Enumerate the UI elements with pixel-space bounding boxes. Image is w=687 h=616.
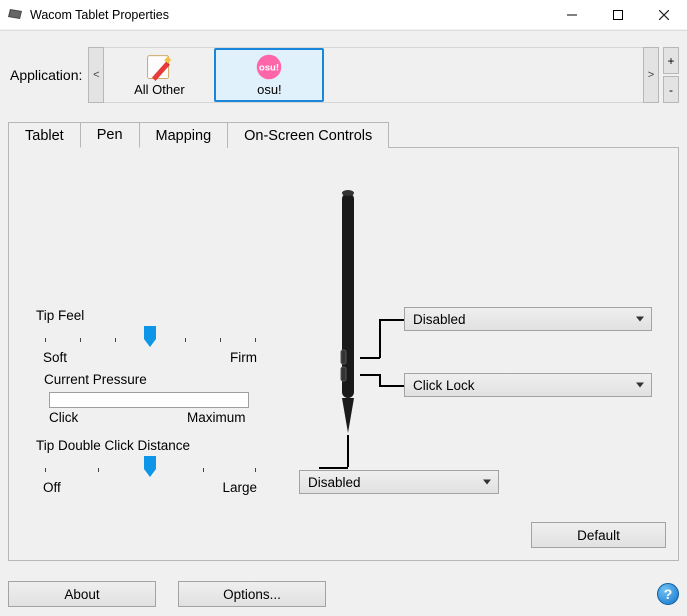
window-title: Wacom Tablet Properties [30,8,169,22]
bottom-row: About Options... ? [8,580,679,608]
options-button[interactable]: Options... [178,581,326,607]
maximize-button[interactable] [595,0,641,30]
double-click-max-label: Large [222,480,257,495]
application-item-label: osu! [257,82,282,97]
about-button[interactable]: About [8,581,156,607]
pen-illustration [336,190,360,435]
tab-strip: Tablet Pen Mapping On-Screen Controls [8,121,679,147]
tip-feel-label: Tip Feel [36,308,84,323]
current-pressure-bar [49,392,249,408]
title-bar: Wacom Tablet Properties [0,0,687,30]
tab-mapping[interactable]: Mapping [139,122,229,148]
tab-on-screen-controls[interactable]: On-Screen Controls [227,122,389,148]
application-item-osu[interactable]: osu! osu! [214,48,324,102]
tip-button-combo[interactable]: Disabled [299,470,499,494]
tip-feel-max-label: Firm [230,350,257,365]
pen-lower-side-button [341,367,346,381]
application-list: All Other osu! osu! [104,47,643,103]
tab-pen[interactable]: Pen [80,122,140,148]
application-item-all-other[interactable]: All Other [104,48,214,102]
pen-upper-side-button [341,350,346,364]
current-pressure-max-label: Maximum [187,410,246,425]
double-click-label: Tip Double Click Distance [36,438,190,453]
minimize-button[interactable] [549,0,595,30]
svg-text:osu!: osu! [259,63,279,74]
application-prev-button[interactable]: < [88,47,104,103]
tab-tablet[interactable]: Tablet [8,122,81,148]
application-label: Application: [10,67,82,83]
client-area: Application: < All Other osu! osu! > + -… [0,30,687,616]
osu-icon: osu! [255,53,283,81]
default-button[interactable]: Default [531,522,666,548]
close-button[interactable] [641,0,687,30]
application-add-button[interactable]: + [663,47,679,74]
upper-side-button-combo[interactable]: Disabled [404,307,652,331]
tip-feel-slider[interactable]: Soft Firm [45,326,255,356]
tab-panel-pen: Tip Feel Soft Firm Current Pressure Clic… [8,147,679,561]
current-pressure-min-label: Click [49,410,78,425]
double-click-min-label: Off [43,480,61,495]
application-item-label: All Other [134,82,185,97]
tablet-icon [8,7,24,23]
application-remove-button[interactable]: - [663,76,679,103]
tip-feel-min-label: Soft [43,350,67,365]
application-row: Application: < All Other osu! osu! > + - [8,43,679,107]
application-next-button[interactable]: > [643,47,659,103]
lower-side-button-combo[interactable]: Click Lock [404,373,652,397]
current-pressure-label: Current Pressure [44,372,147,387]
double-click-slider[interactable]: Off Large [45,456,255,486]
help-button[interactable]: ? [657,583,679,605]
all-other-icon [145,53,173,81]
